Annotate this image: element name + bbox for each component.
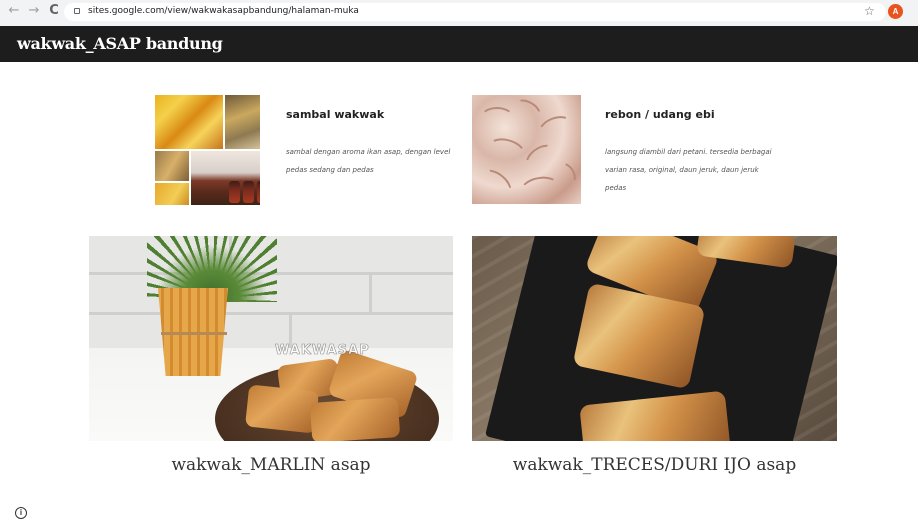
browser-toolbar: ← → C sites.google.com/view/wakwakasapba…: [0, 0, 918, 26]
site-header: wakwak_ASAP bandung: [0, 26, 918, 62]
shrimp-shape: [509, 95, 545, 128]
site-title[interactable]: wakwak_ASAP bandung: [17, 34, 223, 53]
shrimp-shape: [483, 134, 529, 170]
jar-shape: [229, 181, 240, 203]
sambal-photo-1: [155, 95, 223, 149]
fish-piece: [309, 396, 401, 441]
bookmark-star-icon[interactable]: ☆: [864, 4, 875, 18]
lock-icon: [74, 8, 80, 14]
sambal-photo-3: [155, 151, 189, 181]
watermark: WAKWASAP: [275, 343, 370, 359]
back-arrow-icon[interactable]: ←: [6, 3, 22, 19]
treces-photo: [472, 236, 837, 441]
pot-twine: [161, 332, 227, 335]
caption-treces: wakwak_TRECES/DURI IJO asap: [512, 455, 797, 475]
product-description-rebon: langsung diambil dari petani. tersedia b…: [605, 148, 772, 192]
forward-arrow-icon[interactable]: →: [26, 3, 42, 19]
product-title-sambal: sambal wakwak: [286, 108, 385, 121]
jar-shape: [243, 181, 254, 203]
info-icon[interactable]: i: [15, 507, 27, 519]
product-title-rebon: rebon / udang ebi: [605, 108, 715, 121]
product-description-sambal: sambal dengan aroma ikan asap, dengan le…: [286, 148, 451, 174]
caption-marlin: wakwak_MARLIN asap: [171, 455, 371, 475]
reload-icon[interactable]: C: [46, 3, 62, 19]
address-bar-url[interactable]: sites.google.com/view/wakwakasapbandung/…: [88, 6, 359, 17]
sambal-collage-image: [155, 95, 260, 205]
fish-piece: [244, 384, 320, 434]
sambal-photo-4: [155, 183, 189, 205]
profile-avatar[interactable]: A: [888, 4, 903, 19]
shrimp-shape: [480, 107, 514, 129]
sambal-jars-photo: [191, 151, 260, 205]
shrimp-shape: [475, 164, 517, 204]
sambal-photo-2: [225, 95, 260, 149]
rebon-photo: [472, 95, 581, 204]
jar-shape: [257, 181, 260, 203]
marlin-photo: WAKWASAP: [89, 236, 453, 441]
shrimp-shape: [534, 111, 578, 147]
